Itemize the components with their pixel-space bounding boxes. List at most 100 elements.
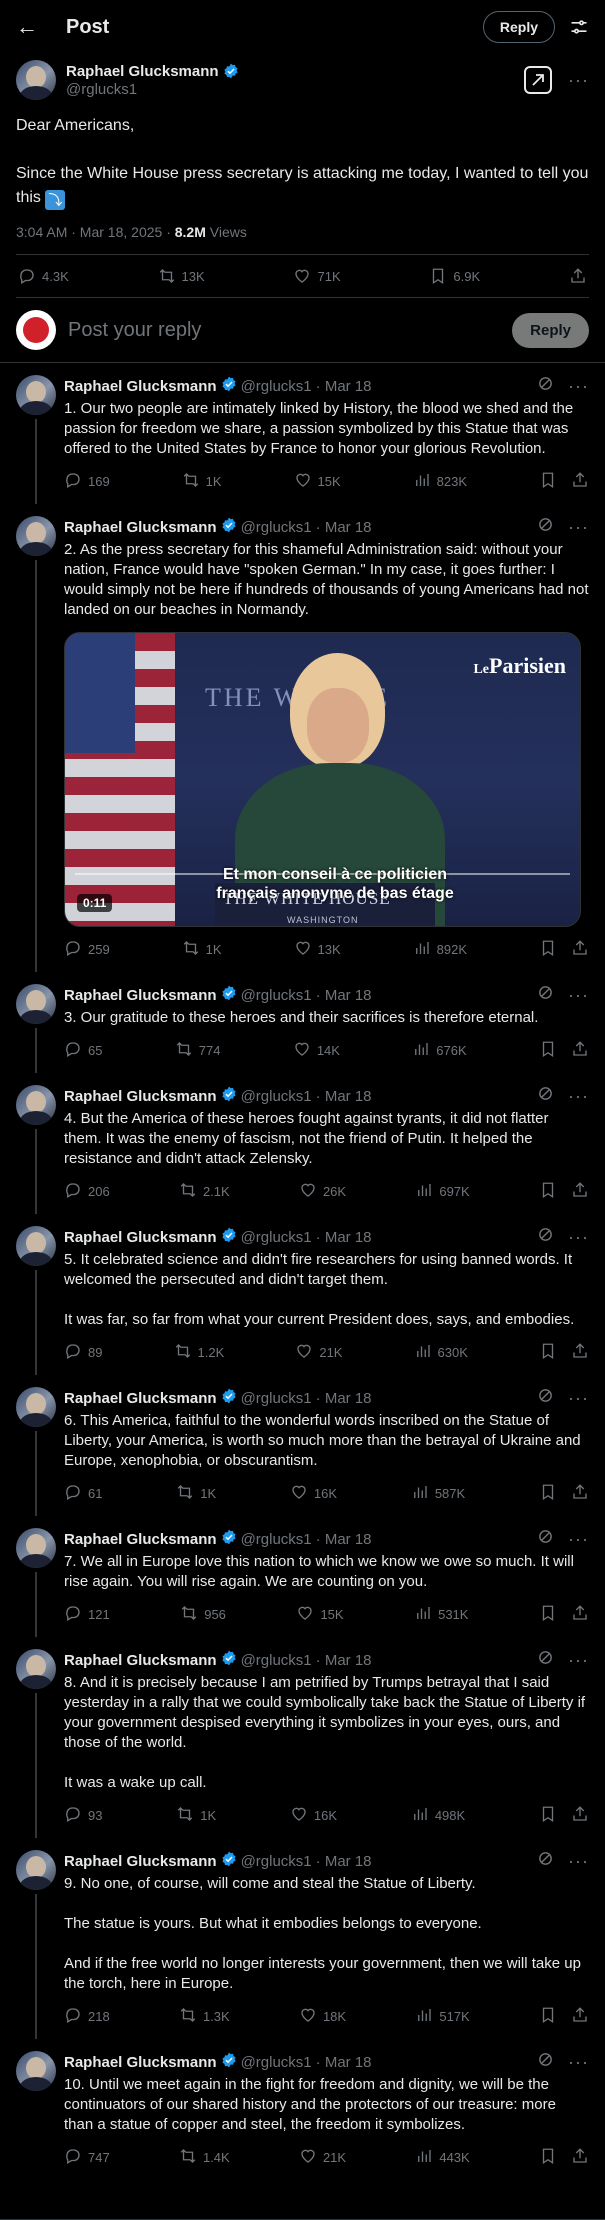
share-action[interactable] (571, 2006, 589, 2027)
more-options-icon[interactable]: ··· (568, 70, 589, 91)
avatar[interactable] (16, 60, 56, 100)
grok-icon[interactable] (537, 516, 554, 538)
views-action[interactable]: 676K (412, 1040, 467, 1061)
author-handle[interactable]: @rglucks1 (241, 1229, 312, 1246)
repost-action[interactable]: 956 (180, 1604, 226, 1625)
thread-post[interactable]: Raphael Glucksmann @rglucks1 · Mar 18 ··… (0, 2039, 605, 2180)
like-action[interactable]: 14K (293, 1040, 340, 1061)
thread-post[interactable]: Raphael Glucksmann @rglucks1 · Mar 18 ··… (0, 1214, 605, 1375)
more-options-icon[interactable]: ··· (568, 1529, 589, 1550)
grok-icon[interactable] (537, 2051, 554, 2073)
repost-action[interactable]: 1.2K (174, 1342, 224, 1363)
author-name[interactable]: Raphael Glucksmann (66, 63, 239, 80)
author-handle[interactable]: @rglucks1 (241, 1652, 312, 1669)
post-date[interactable]: · Mar 18 (316, 1229, 372, 1246)
avatar[interactable] (16, 516, 56, 556)
views-action[interactable]: 443K (415, 2147, 470, 2168)
views-action[interactable]: 498K (411, 1805, 465, 1826)
grok-icon[interactable] (537, 1226, 554, 1248)
reply-action[interactable]: 93 (64, 1805, 102, 1826)
reply-action[interactable]: 206 (64, 1181, 110, 1202)
share-action[interactable] (569, 267, 587, 285)
author-handle[interactable]: @rglucks1 (241, 987, 312, 1004)
thread-post[interactable]: Raphael Glucksmann @rglucks1 · Mar 18 ··… (0, 1838, 605, 2039)
user-avatar[interactable] (16, 310, 56, 350)
more-options-icon[interactable]: ··· (568, 1851, 589, 1872)
bookmark-action[interactable] (539, 1181, 557, 1202)
thread-post[interactable]: Raphael Glucksmann @rglucks1 · Mar 18 ··… (0, 504, 605, 972)
reply-action[interactable]: 61 (64, 1483, 102, 1504)
author-name[interactable]: Raphael Glucksmann (64, 517, 237, 537)
author-name[interactable]: Raphael Glucksmann (64, 376, 237, 396)
views-action[interactable]: 823K (413, 471, 467, 492)
bookmark-action[interactable] (539, 1483, 557, 1504)
bookmark-action[interactable] (539, 1040, 557, 1061)
grok-icon[interactable] (537, 1649, 554, 1671)
bookmark-action[interactable] (539, 1342, 557, 1363)
avatar[interactable] (16, 1528, 56, 1568)
views-action[interactable]: 517K (415, 2006, 470, 2027)
share-action[interactable] (571, 471, 589, 492)
reply-action[interactable]: 747 (64, 2147, 110, 2168)
more-options-icon[interactable]: ··· (568, 376, 589, 397)
avatar[interactable] (16, 1850, 56, 1890)
repost-action[interactable]: 1.3K (179, 2006, 230, 2027)
arrow-left-icon[interactable]: ← (16, 14, 38, 40)
author-name[interactable]: Raphael Glucksmann (64, 2052, 237, 2072)
thread-post[interactable]: Raphael Glucksmann @rglucks1 · Mar 18 ··… (0, 1516, 605, 1637)
author-name[interactable]: Raphael Glucksmann (64, 1529, 237, 1549)
like-action[interactable]: 18K (299, 2006, 346, 2027)
thread-post[interactable]: Raphael Glucksmann @rglucks1 · Mar 18 ··… (0, 363, 605, 504)
reply-input[interactable]: Post your reply (68, 319, 500, 342)
post-date[interactable]: · Mar 18 (316, 1390, 372, 1407)
author-handle[interactable]: @rglucks1 (241, 1853, 312, 1870)
share-action[interactable] (571, 1604, 589, 1625)
repost-action[interactable]: 13K (158, 267, 205, 285)
author-handle[interactable]: @rglucks1 (66, 81, 239, 98)
share-action[interactable] (571, 1483, 589, 1504)
author-name[interactable]: Raphael Glucksmann (64, 1650, 237, 1670)
post-date[interactable]: · Mar 18 (316, 378, 372, 395)
repost-action[interactable]: 1.4K (179, 2147, 230, 2168)
reply-action[interactable]: 121 (64, 1604, 110, 1625)
like-action[interactable]: 13K (294, 939, 341, 960)
avatar[interactable] (16, 375, 56, 415)
grok-icon[interactable] (537, 375, 554, 397)
share-action[interactable] (571, 1181, 589, 1202)
share-action[interactable] (571, 1040, 589, 1061)
post-date[interactable]: · Mar 18 (316, 1088, 372, 1105)
more-options-icon[interactable]: ··· (568, 985, 589, 1006)
grok-icon[interactable] (537, 1850, 554, 1872)
post-date[interactable]: · Mar 18 (316, 519, 372, 536)
avatar[interactable] (16, 984, 56, 1024)
bookmark-action[interactable] (539, 471, 557, 492)
grok-icon[interactable] (537, 1528, 554, 1550)
bookmark-action[interactable] (539, 2147, 557, 2168)
reply-filter-button[interactable]: Reply (482, 11, 555, 43)
avatar[interactable] (16, 1387, 56, 1427)
bookmark-action[interactable] (539, 1604, 557, 1625)
author-handle[interactable]: @rglucks1 (241, 519, 312, 536)
more-options-icon[interactable]: ··· (568, 1650, 589, 1671)
avatar[interactable] (16, 2051, 56, 2091)
repost-action[interactable]: 1K (182, 939, 222, 960)
thread-post[interactable]: Raphael Glucksmann @rglucks1 · Mar 18 ··… (0, 1637, 605, 1838)
author-name[interactable]: Raphael Glucksmann (64, 1227, 237, 1247)
grok-icon[interactable] (537, 1387, 554, 1409)
post-date[interactable]: · Mar 18 (316, 1652, 372, 1669)
avatar[interactable] (16, 1649, 56, 1689)
like-action[interactable]: 21K (295, 1342, 342, 1363)
author-handle[interactable]: @rglucks1 (241, 1088, 312, 1105)
repost-action[interactable]: 1K (176, 1483, 216, 1504)
share-action[interactable] (571, 2147, 589, 2168)
author-name[interactable]: Raphael Glucksmann (64, 1851, 237, 1871)
post-date[interactable]: · Mar 18 (316, 2054, 372, 2071)
views-action[interactable]: 587K (411, 1483, 465, 1504)
reply-action[interactable]: 259 (64, 939, 110, 960)
more-options-icon[interactable]: ··· (568, 517, 589, 538)
like-action[interactable]: 21K (299, 2147, 346, 2168)
share-action[interactable] (571, 939, 589, 960)
thread-post[interactable]: Raphael Glucksmann @rglucks1 · Mar 18 ··… (0, 1375, 605, 1516)
share-action[interactable] (571, 1805, 589, 1826)
reply-action[interactable]: 218 (64, 2006, 110, 2027)
